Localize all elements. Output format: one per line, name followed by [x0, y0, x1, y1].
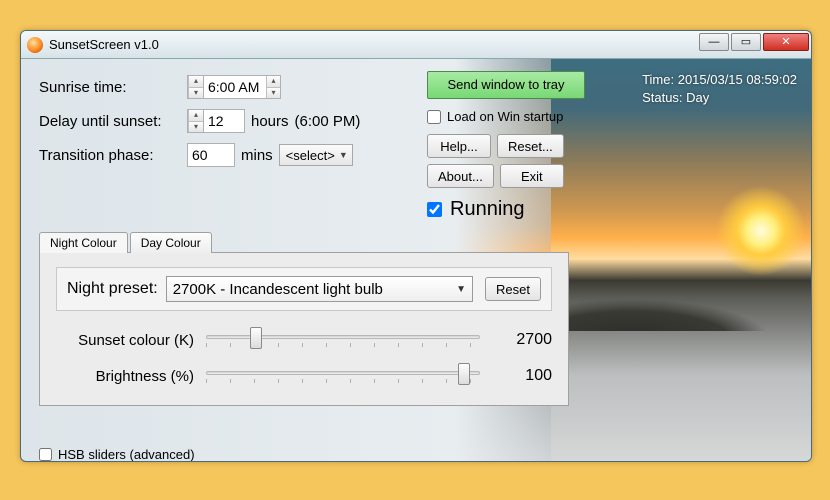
slider-ticks: [206, 343, 480, 347]
transition-label: Transition phase:: [39, 147, 187, 164]
delay-paren: (6:00 PM): [295, 113, 361, 130]
sunset-colour-slider[interactable]: [206, 329, 480, 351]
sunset-colour-label: Sunset colour (K): [56, 332, 206, 349]
delay-input[interactable]: [203, 109, 245, 133]
brightness-value: 100: [492, 367, 552, 385]
transition-select-text: <select>: [286, 148, 335, 163]
transition-input[interactable]: [187, 143, 235, 167]
tab-night-colour[interactable]: Night Colour: [39, 232, 128, 253]
sunset-colour-value: 2700: [492, 331, 552, 349]
preset-reset-button[interactable]: Reset: [485, 277, 541, 301]
window-title: SunsetScreen v1.0: [49, 37, 159, 52]
load-on-startup-label: Load on Win startup: [447, 109, 563, 124]
status-mode: Status: Day: [642, 89, 797, 107]
delay-unit: hours: [251, 113, 289, 130]
load-on-startup-input[interactable]: [427, 110, 441, 124]
delay-up[interactable]: ▴: [188, 110, 203, 121]
slider-thumb[interactable]: [458, 363, 470, 385]
exit-button[interactable]: Exit: [500, 164, 564, 188]
transition-select[interactable]: <select> ▼: [279, 144, 353, 166]
send-to-tray-button[interactable]: Send window to tray: [427, 71, 585, 99]
app-window: SunsetScreen v1.0 — ▭ ✕ Sunrise time: ▴ …: [20, 30, 812, 462]
reset-button[interactable]: Reset...: [497, 134, 564, 158]
close-button[interactable]: ✕: [763, 33, 809, 51]
load-on-startup-checkbox[interactable]: Load on Win startup: [427, 109, 597, 124]
slider-track: [206, 335, 480, 339]
sunrise-min-up[interactable]: ▴: [266, 76, 280, 87]
night-preset-value: 2700K - Incandescent light bulb: [173, 281, 383, 298]
sunrise-input-wrap: ▴ ▾: [203, 75, 281, 99]
sunrise-hour-up[interactable]: ▴: [188, 76, 203, 87]
sunrise-label: Sunrise time:: [39, 79, 187, 96]
brightness-label: Brightness (%): [56, 368, 206, 385]
slider-ticks: [206, 379, 480, 383]
delay-label: Delay until sunset:: [39, 113, 187, 130]
hsb-sliders-input[interactable]: [39, 448, 52, 461]
chevron-down-icon: ▼: [339, 150, 348, 160]
status-block: Time: 2015/03/15 08:59:02 Status: Day: [642, 71, 797, 107]
hsb-sliders-checkbox[interactable]: HSB sliders (advanced): [39, 447, 195, 462]
maximize-button[interactable]: ▭: [731, 33, 761, 51]
night-preset-select[interactable]: 2700K - Incandescent light bulb ▼: [166, 276, 473, 302]
transition-unit: mins: [241, 147, 273, 164]
titlebar: SunsetScreen v1.0 — ▭ ✕: [21, 31, 811, 59]
chevron-down-icon: ▼: [456, 284, 466, 295]
slider-thumb[interactable]: [250, 327, 262, 349]
minimize-button[interactable]: —: [699, 33, 729, 51]
sunrise-min-down[interactable]: ▾: [266, 87, 280, 98]
slider-track: [206, 371, 480, 375]
running-checkbox[interactable]: Running: [427, 198, 597, 221]
sunrise-hour-down[interactable]: ▾: [188, 87, 203, 98]
running-input[interactable]: [427, 202, 442, 217]
sunrise-input[interactable]: [204, 76, 266, 98]
status-time: Time: 2015/03/15 08:59:02: [642, 71, 797, 89]
running-label: Running: [450, 198, 525, 221]
delay-down[interactable]: ▾: [188, 121, 203, 132]
about-button[interactable]: About...: [427, 164, 494, 188]
hsb-sliders-label: HSB sliders (advanced): [58, 447, 195, 462]
background-hill: [551, 281, 811, 331]
night-colour-panel: Night preset: 2700K - Incandescent light…: [39, 252, 569, 406]
brightness-slider[interactable]: [206, 365, 480, 387]
app-icon: [27, 37, 43, 53]
tab-day-colour[interactable]: Day Colour: [130, 232, 212, 253]
preset-label: Night preset:: [67, 280, 158, 298]
help-button[interactable]: Help...: [427, 134, 491, 158]
